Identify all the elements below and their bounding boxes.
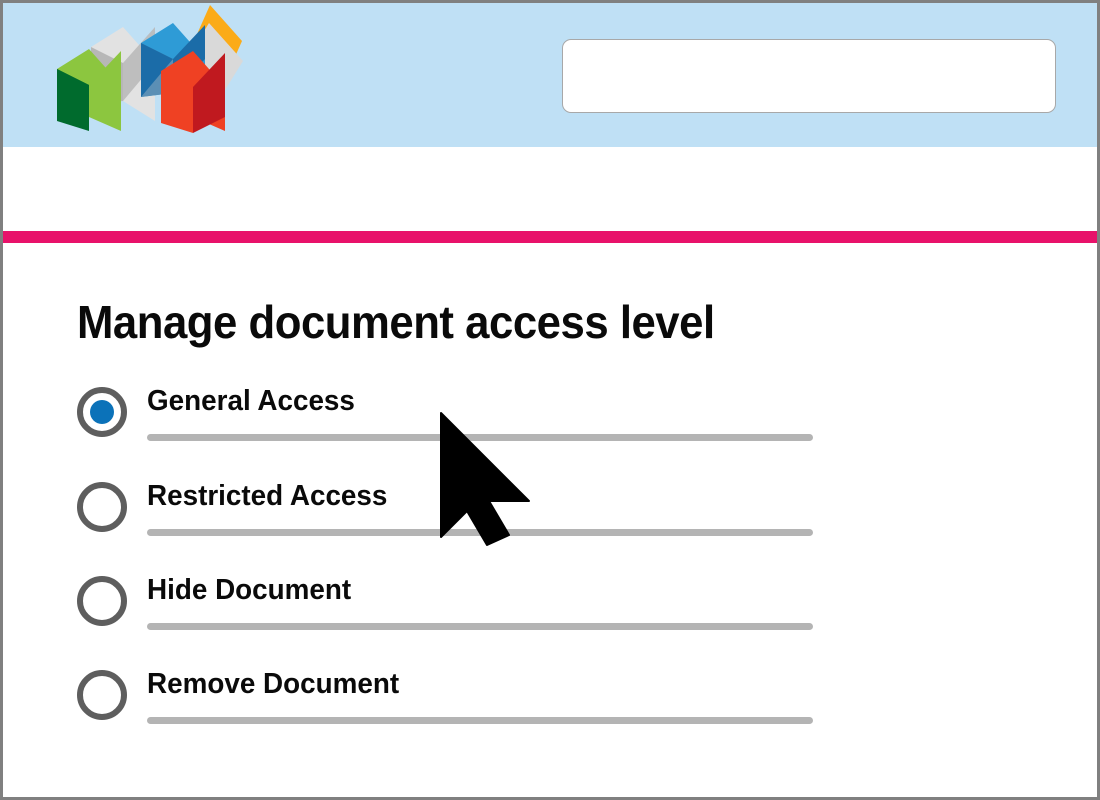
- radio-dot-icon: [90, 400, 114, 424]
- radio-dot-icon: [90, 683, 114, 707]
- search-input[interactable]: [562, 39, 1056, 113]
- main-content: Manage document access level General Acc…: [3, 243, 1097, 797]
- option-underline-placeholder: [147, 434, 813, 441]
- logo-shape-green: [57, 49, 121, 131]
- radio-button-restricted-access[interactable]: [77, 482, 127, 532]
- radio-option-general-access[interactable]: General Access: [77, 383, 837, 455]
- radio-label-hide-document: Hide Document: [147, 574, 352, 606]
- radio-option-remove-document[interactable]: Remove Document: [77, 666, 837, 738]
- accent-divider: [3, 231, 1097, 243]
- option-underline-placeholder: [147, 623, 813, 630]
- company-logo-icon[interactable]: [53, 5, 248, 133]
- site-header: [3, 3, 1097, 147]
- navigation-bar: [3, 147, 1097, 345]
- radio-label-general-access: General Access: [147, 385, 355, 417]
- radio-button-hide-document[interactable]: [77, 576, 127, 626]
- option-underline-placeholder: [147, 529, 813, 536]
- radio-dot-icon: [90, 495, 114, 519]
- radio-button-remove-document[interactable]: [77, 670, 127, 720]
- option-underline-placeholder: [147, 717, 813, 724]
- radio-label-remove-document: Remove Document: [147, 668, 400, 700]
- radio-option-restricted-access[interactable]: Restricted Access: [77, 478, 837, 550]
- page-title: Manage document access level: [77, 296, 715, 348]
- radio-button-general-access[interactable]: [77, 387, 127, 437]
- radio-option-hide-document[interactable]: Hide Document: [77, 572, 837, 644]
- app-window: Manage document access level General Acc…: [0, 0, 1100, 800]
- radio-label-restricted-access: Restricted Access: [147, 480, 388, 512]
- radio-dot-icon: [90, 589, 114, 613]
